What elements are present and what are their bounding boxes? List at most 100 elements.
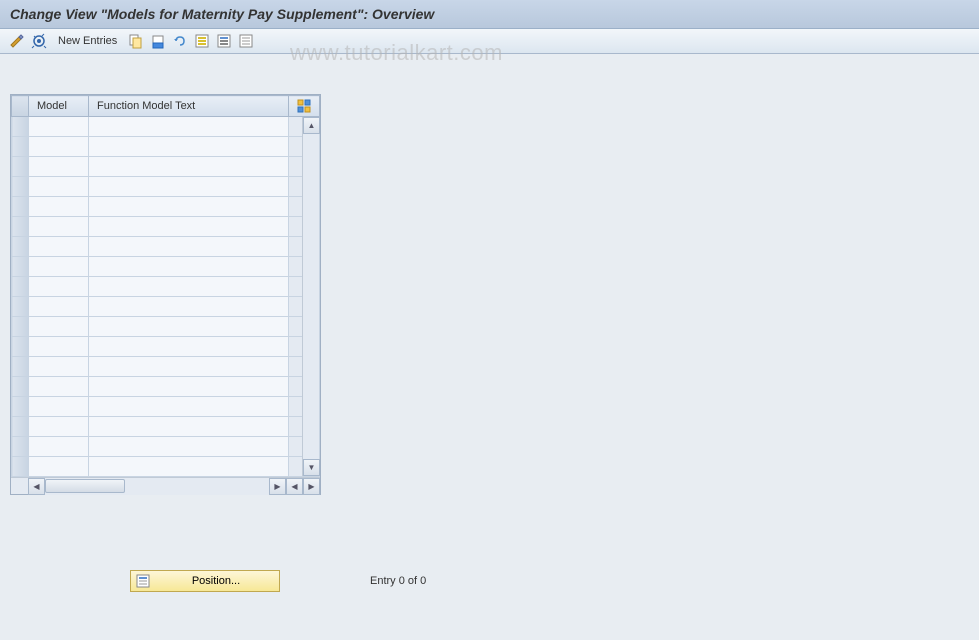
cell-text[interactable] — [89, 137, 289, 157]
toolbar: New Entries — [0, 29, 979, 54]
cell-text[interactable] — [89, 157, 289, 177]
cell-text[interactable] — [89, 377, 289, 397]
table-settings-button[interactable] — [289, 96, 320, 117]
table-row — [12, 437, 320, 457]
table-row — [12, 117, 320, 137]
cell-model[interactable] — [29, 277, 89, 297]
scroll-thumb-horizontal[interactable] — [45, 479, 125, 493]
cell-text[interactable] — [89, 237, 289, 257]
horizontal-scrollbar[interactable]: ◀ ▶ ◀ ▶ — [11, 477, 320, 494]
position-button[interactable]: Position... — [130, 570, 280, 592]
column-header-text[interactable]: Function Model Text — [89, 96, 289, 117]
row-selector-header[interactable] — [12, 96, 29, 117]
table-row — [12, 457, 320, 477]
row-selector[interactable] — [12, 357, 29, 377]
select-block-icon[interactable] — [215, 32, 233, 50]
copy-icon[interactable] — [127, 32, 145, 50]
delete-icon[interactable] — [149, 32, 167, 50]
page-title: Change View "Models for Maternity Pay Su… — [10, 6, 969, 22]
cell-text[interactable] — [89, 357, 289, 377]
scroll-right-button[interactable]: ▶ — [269, 478, 286, 495]
position-button-label: Position... — [157, 575, 275, 587]
table-row — [12, 317, 320, 337]
table-row — [12, 397, 320, 417]
scroll-track-vertical[interactable] — [303, 134, 319, 459]
row-selector[interactable] — [12, 197, 29, 217]
cell-model[interactable] — [29, 117, 89, 137]
undo-change-icon[interactable] — [171, 32, 189, 50]
row-selector[interactable] — [12, 437, 29, 457]
cell-model[interactable] — [29, 197, 89, 217]
scroll-down-button[interactable]: ▼ — [303, 459, 320, 476]
table-row — [12, 137, 320, 157]
cell-model[interactable] — [29, 257, 89, 277]
cell-text[interactable] — [89, 397, 289, 417]
scroll-left-button[interactable]: ◀ — [28, 478, 45, 495]
scroll-right-end-button[interactable]: ▶ — [303, 478, 320, 495]
cell-model[interactable] — [29, 157, 89, 177]
table-row — [12, 377, 320, 397]
scroll-left-end-button[interactable]: ◀ — [286, 478, 303, 495]
table-row — [12, 257, 320, 277]
cell-model[interactable] — [29, 357, 89, 377]
cell-model[interactable] — [29, 317, 89, 337]
cell-model[interactable] — [29, 297, 89, 317]
cell-model[interactable] — [29, 457, 89, 477]
row-selector[interactable] — [12, 337, 29, 357]
cell-model[interactable] — [29, 137, 89, 157]
cell-model[interactable] — [29, 397, 89, 417]
cell-text[interactable] — [89, 197, 289, 217]
cell-text[interactable] — [89, 297, 289, 317]
cell-model[interactable] — [29, 377, 89, 397]
cell-text[interactable] — [89, 177, 289, 197]
data-table: Model Function Model Text — [11, 95, 320, 477]
vertical-scrollbar[interactable]: ▲ ▼ — [302, 117, 319, 476]
row-selector[interactable] — [12, 457, 29, 477]
row-selector[interactable] — [12, 217, 29, 237]
title-bar: Change View "Models for Maternity Pay Su… — [0, 0, 979, 29]
entry-status: Entry 0 of 0 — [370, 575, 426, 587]
scroll-track-horizontal[interactable] — [45, 478, 269, 495]
row-selector[interactable] — [12, 397, 29, 417]
table-row — [12, 217, 320, 237]
cell-text[interactable] — [89, 257, 289, 277]
column-header-model[interactable]: Model — [29, 96, 89, 117]
row-selector[interactable] — [12, 317, 29, 337]
bottom-bar: Position... Entry 0 of 0 — [130, 570, 426, 592]
cell-text[interactable] — [89, 337, 289, 357]
select-all-icon[interactable] — [193, 32, 211, 50]
cell-text[interactable] — [89, 277, 289, 297]
new-entries-button[interactable]: New Entries — [52, 35, 123, 47]
toggle-display-change-icon[interactable] — [8, 32, 26, 50]
cell-model[interactable] — [29, 177, 89, 197]
cell-model[interactable] — [29, 417, 89, 437]
scroll-up-button[interactable]: ▲ — [303, 117, 320, 134]
cell-text[interactable] — [89, 457, 289, 477]
cell-model[interactable] — [29, 217, 89, 237]
cell-text[interactable] — [89, 117, 289, 137]
table-row — [12, 417, 320, 437]
row-selector[interactable] — [12, 177, 29, 197]
cell-model[interactable] — [29, 237, 89, 257]
row-selector[interactable] — [12, 277, 29, 297]
row-selector[interactable] — [12, 257, 29, 277]
other-view-icon[interactable] — [30, 32, 48, 50]
row-selector[interactable] — [12, 297, 29, 317]
table-row — [12, 277, 320, 297]
cell-model[interactable] — [29, 437, 89, 457]
row-selector[interactable] — [12, 157, 29, 177]
deselect-all-icon[interactable] — [237, 32, 255, 50]
row-selector[interactable] — [12, 377, 29, 397]
table-row — [12, 297, 320, 317]
cell-text[interactable] — [89, 437, 289, 457]
cell-text[interactable] — [89, 417, 289, 437]
cell-text[interactable] — [89, 217, 289, 237]
table-row — [12, 197, 320, 217]
row-selector[interactable] — [12, 137, 29, 157]
row-selector[interactable] — [12, 417, 29, 437]
cell-model[interactable] — [29, 337, 89, 357]
cell-text[interactable] — [89, 317, 289, 337]
content-area: Model Function Model Text ▲ ▼ ◀ ▶ ◀ ▶ — [0, 54, 979, 505]
row-selector[interactable] — [12, 237, 29, 257]
row-selector[interactable] — [12, 117, 29, 137]
